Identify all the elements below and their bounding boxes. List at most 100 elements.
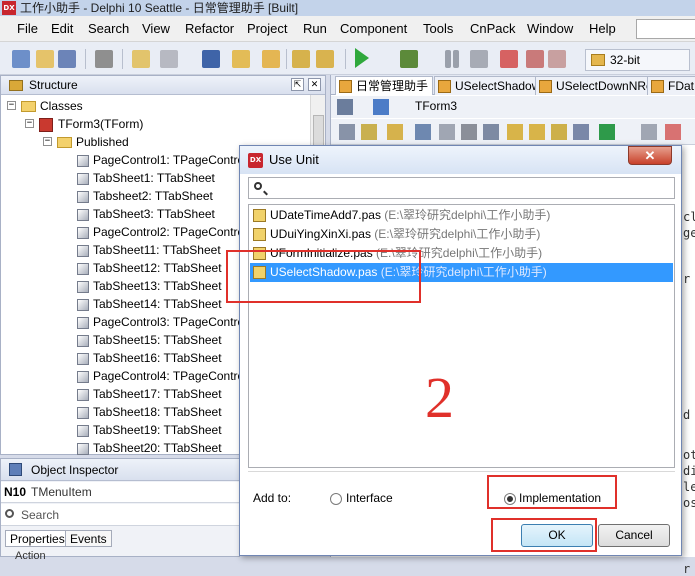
tree-node-component[interactable]: PageControl2: TPageControl	[93, 223, 247, 241]
tree-node-component[interactable]: TabSheet1: TTabSheet	[93, 169, 215, 187]
add-icon[interactable]	[507, 124, 523, 140]
remove-icon[interactable]	[529, 124, 545, 140]
component-icon	[77, 299, 89, 311]
unit-list[interactable]: UDateTimeAdd7.pas (E:\翠玲研究delphi\工作小助手) …	[248, 204, 675, 468]
menu-edit[interactable]: Edit	[49, 20, 75, 38]
close-icon[interactable]: ✕	[308, 78, 321, 91]
device-icon[interactable]	[373, 99, 389, 115]
tree-node-component[interactable]: TabSheet15: TTabSheet	[93, 331, 222, 349]
save-icon[interactable]	[202, 50, 220, 68]
close-file-icon[interactable]	[95, 50, 113, 68]
editor-tab[interactable]: FDat	[647, 76, 695, 95]
open-icon[interactable]	[36, 50, 54, 68]
selected-component-type: TMenuItem	[31, 485, 92, 499]
tree-node-component[interactable]: TabSheet3: TTabSheet	[93, 205, 215, 223]
options-icon[interactable]	[573, 124, 589, 140]
view-unit-icon[interactable]	[551, 124, 567, 140]
menu-refactor[interactable]: Refactor	[183, 20, 236, 38]
align-icon[interactable]	[339, 124, 355, 140]
unit-icon	[539, 80, 552, 93]
reopen-icon[interactable]	[262, 50, 280, 68]
object-inspector-icon	[9, 463, 22, 476]
stop-icon[interactable]	[641, 124, 657, 140]
tree-node-component[interactable]: TabSheet13: TTabSheet	[93, 277, 222, 295]
layer-icon[interactable]	[461, 124, 477, 140]
menu-search[interactable]: Search	[86, 20, 131, 38]
collapse-icon[interactable]: −	[7, 101, 16, 110]
unit-search-input[interactable]	[248, 177, 675, 199]
target-platform-selector[interactable]: 32-bit Windows	[585, 49, 690, 87]
editor-tab-bar: 日常管理助手 USelectShadow USelectDownNRec FDa…	[331, 75, 695, 95]
menu-project[interactable]: Project	[245, 20, 289, 38]
component-icon[interactable]	[439, 124, 455, 140]
view-unit-icon[interactable]	[316, 50, 334, 68]
pause-icon[interactable]	[453, 50, 459, 68]
code-fragment: r	[683, 272, 691, 286]
tree-node-component[interactable]: TabSheet19: TTabSheet	[93, 421, 222, 439]
step-over-icon[interactable]	[500, 50, 518, 68]
unit-list-item[interactable]: UDateTimeAdd7.pas (E:\翠玲研究delphi\工作小助手)	[250, 206, 673, 225]
add-to-project-icon[interactable]	[160, 50, 178, 68]
tree-node-component[interactable]: TabSheet18: TTabSheet	[93, 403, 222, 421]
ide-insight-search-input[interactable]	[636, 19, 695, 39]
menu-component[interactable]: Component	[338, 20, 409, 38]
menu-view[interactable]: View	[140, 20, 172, 38]
new-icon[interactable]	[387, 124, 403, 140]
object-inspector-search[interactable]: Search	[1, 504, 239, 526]
view-selector-icon[interactable]	[337, 99, 353, 115]
run-icon[interactable]	[599, 124, 615, 140]
unit-list-item[interactable]: UDuiYingXinXi.pas (E:\翠玲研究delphi\工作小助手)	[250, 225, 673, 244]
tab-events[interactable]: Events	[65, 530, 112, 547]
step-icon[interactable]	[665, 124, 681, 140]
menu-file[interactable]: File	[15, 20, 40, 38]
editor-tab[interactable]: USelectShadow	[434, 76, 546, 95]
open-icon[interactable]	[415, 124, 431, 140]
menu-tools[interactable]: Tools	[421, 20, 455, 38]
tree-node-component[interactable]: Tabsheet2: TTabSheet	[93, 187, 213, 205]
open-file-icon[interactable]	[232, 50, 250, 68]
editor-tab[interactable]: 日常管理助手	[335, 76, 434, 95]
object-inspector-title: Object Inspector	[31, 463, 119, 477]
interface-radio[interactable]	[330, 493, 342, 505]
collapse-icon[interactable]: −	[25, 119, 34, 128]
run-to-cursor-icon[interactable]	[548, 50, 566, 68]
tree-node-component[interactable]: TabSheet20: TTabSheet	[93, 439, 222, 457]
editor-tab[interactable]: USelectDownNRec	[535, 76, 664, 95]
tree-node-component[interactable]: TabSheet16: TTabSheet	[93, 349, 222, 367]
tree-node-published[interactable]: Published	[76, 133, 129, 151]
stop-icon[interactable]	[470, 50, 488, 68]
trace-into-icon[interactable]	[526, 50, 544, 68]
close-button[interactable]: ✕	[628, 146, 672, 165]
cancel-button[interactable]: Cancel	[598, 524, 670, 547]
menu-window[interactable]: Window	[525, 20, 575, 38]
save-all-icon[interactable]	[58, 50, 76, 68]
tree-node-component[interactable]: PageControl3: TPageControl	[93, 313, 247, 331]
new-items-icon[interactable]	[12, 50, 30, 68]
menu-help[interactable]: Help	[587, 20, 618, 38]
menu-cnpack[interactable]: CnPack	[468, 20, 518, 38]
interface-radio-label[interactable]: Interface	[346, 491, 393, 505]
pause-icon[interactable]	[445, 50, 451, 68]
tree-node-component[interactable]: PageControl1: TPageControl	[93, 151, 247, 169]
tab-properties[interactable]: Properties	[5, 530, 70, 547]
selected-component-box[interactable]: N10 TMenuItem	[1, 482, 239, 503]
toggle-form-unit-icon[interactable]	[292, 50, 310, 68]
tree-node-component[interactable]: TabSheet17: TTabSheet	[93, 385, 222, 403]
tree-node-component[interactable]: TabSheet11: TTabSheet	[93, 241, 221, 259]
open-project-icon[interactable]	[132, 50, 150, 68]
tree-node-form[interactable]: TForm3(TForm)	[58, 115, 143, 133]
print-icon[interactable]	[483, 124, 499, 140]
inspector-row-action[interactable]: Action	[15, 550, 46, 562]
unit-name: UDateTimeAdd7.pas	[270, 208, 381, 222]
edit-icon[interactable]	[361, 124, 377, 140]
tree-node-component[interactable]: TabSheet12: TTabSheet	[93, 259, 222, 277]
pin-icon[interactable]: ⇱	[291, 78, 304, 91]
menu-run[interactable]: Run	[301, 20, 329, 38]
tree-node-component[interactable]: PageControl4: TPageControl	[93, 367, 247, 385]
run-icon[interactable]	[355, 48, 369, 68]
tree-node-component[interactable]: TabSheet14: TTabSheet	[93, 295, 222, 313]
collapse-icon[interactable]: −	[43, 137, 52, 146]
tree-node-classes[interactable]: Classes	[40, 97, 83, 115]
component-icon	[77, 227, 89, 239]
run-without-debugging-icon[interactable]	[400, 50, 418, 68]
